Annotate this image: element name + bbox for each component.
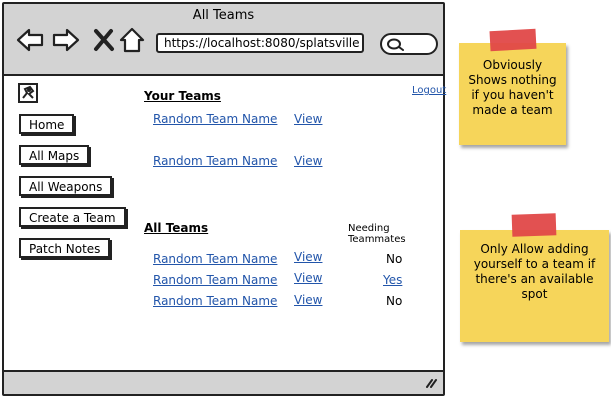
home-button[interactable]: Home (19, 114, 75, 134)
logout-link[interactable]: Logout (412, 85, 446, 96)
search-icon (387, 38, 404, 51)
team-view-link[interactable]: View (294, 250, 322, 264)
window-title: All Teams (192, 8, 255, 23)
resize-grip-icon[interactable] (425, 375, 439, 389)
your-teams-heading: Your Teams (144, 89, 221, 103)
team-view-link[interactable]: View (294, 271, 322, 285)
tape-strip (489, 28, 537, 52)
team-name-link[interactable]: Random Team Name (153, 273, 277, 287)
home-icon[interactable] (118, 26, 146, 54)
sticky-note: Obviously Shows nothing if you haven't m… (459, 43, 566, 145)
team-name-link[interactable]: Random Team Name (153, 252, 277, 266)
back-arrow-icon[interactable] (16, 26, 44, 54)
browser-window: All Teams https://localhost:8080/splatsv… (2, 2, 446, 396)
create-team-button[interactable]: Create a Team (19, 207, 126, 227)
all-teams-heading: All Teams (144, 221, 209, 235)
tape-strip (511, 213, 557, 237)
app-logo[interactable] (18, 83, 38, 103)
your-team-name-link[interactable]: Random Team Name (153, 154, 277, 168)
address-bar[interactable]: https://localhost:8080/splatsville (156, 33, 364, 53)
join-team-yes-link[interactable]: Yes (383, 273, 402, 287)
team-view-link[interactable]: View (294, 293, 322, 307)
status-bar (4, 370, 443, 394)
search-field[interactable] (380, 33, 438, 55)
your-team-view-link[interactable]: View (294, 154, 322, 168)
needs-teammates-value: No (386, 252, 403, 266)
team-name-link[interactable]: Random Team Name (153, 294, 277, 308)
needs-teammates-value: No (386, 294, 403, 308)
all-weapons-button[interactable]: All Weapons (19, 176, 113, 196)
squid-logo-icon (22, 85, 35, 99)
patch-notes-button[interactable]: Patch Notes (19, 238, 111, 258)
sticky-note: Only Allow adding yourself to a team if … (460, 230, 609, 342)
your-team-name-link[interactable]: Random Team Name (153, 112, 277, 126)
your-team-view-link[interactable]: View (294, 112, 322, 126)
all-maps-button[interactable]: All Maps (19, 145, 90, 165)
forward-arrow-icon[interactable] (52, 26, 80, 54)
browser-toolbar: All Teams https://localhost:8080/splatsv… (4, 4, 443, 76)
close-x-icon[interactable] (90, 26, 118, 54)
needing-teammates-header: Needing Teammates (348, 223, 406, 245)
